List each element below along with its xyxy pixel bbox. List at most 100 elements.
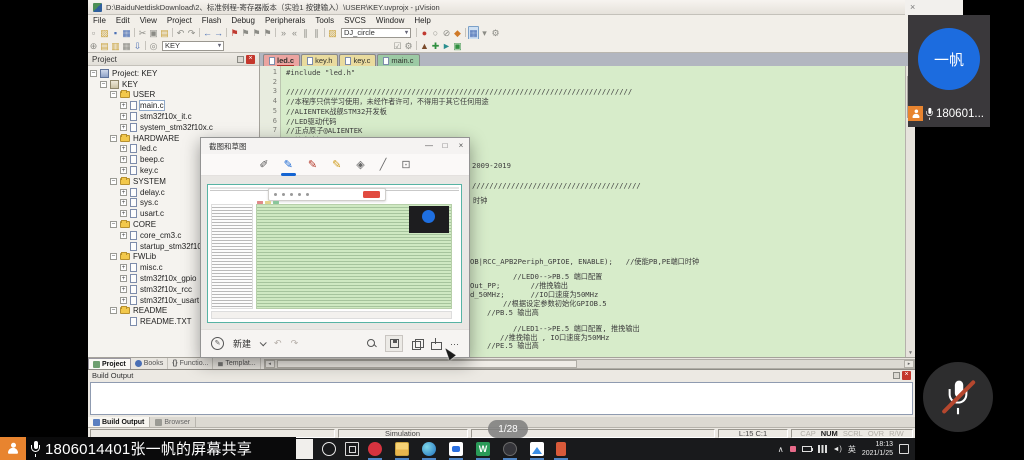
touch-writing-icon[interactable]: ✐: [259, 158, 268, 172]
uncomment-icon[interactable]: ∥: [311, 27, 322, 39]
comment-icon[interactable]: ∥: [300, 27, 311, 39]
cortana-icon[interactable]: [322, 442, 336, 456]
configure-icon[interactable]: ⚙: [490, 27, 501, 39]
crop-icon[interactable]: ⊡: [401, 158, 410, 172]
target-combo[interactable]: KEY▾: [162, 41, 224, 51]
collapse-icon[interactable]: [110, 91, 117, 98]
nav-back-icon[interactable]: ←: [202, 27, 213, 39]
tab-browser[interactable]: Browser: [150, 417, 196, 427]
zoom-icon[interactable]: [367, 339, 376, 348]
expand-icon[interactable]: [120, 189, 127, 196]
menu-debug[interactable]: Debug: [226, 16, 260, 25]
flash-options-icon[interactable]: ☑: [392, 40, 403, 52]
tree-item-file[interactable]: stm32f10x_it.c: [88, 111, 259, 122]
snip-pen-icon[interactable]: ✎: [211, 337, 224, 350]
menu-project[interactable]: Project: [162, 16, 197, 25]
breakpoint-icon[interactable]: ●: [419, 27, 430, 39]
save-icon[interactable]: ▪: [110, 27, 121, 39]
bookmark-next-icon[interactable]: ⚑: [251, 27, 262, 39]
scroll-down-icon[interactable]: ▼: [906, 350, 915, 356]
find-combo[interactable]: DJ_circle▾: [341, 28, 411, 38]
menu-svcs[interactable]: SVCS: [339, 16, 371, 25]
browser-app-icon[interactable]: [503, 442, 517, 456]
highlighter-icon[interactable]: ✎: [332, 158, 341, 172]
collapse-icon[interactable]: [110, 221, 117, 228]
maximize-icon[interactable]: □: [437, 139, 453, 153]
menu-window[interactable]: Window: [371, 16, 409, 25]
expand-icon[interactable]: [120, 124, 127, 131]
new-snip-button[interactable]: 新建: [233, 337, 251, 350]
tree-item-root[interactable]: Project: KEY: [88, 68, 259, 79]
collapse-icon[interactable]: [100, 81, 107, 88]
paste-icon[interactable]: ▤: [159, 27, 170, 39]
debug-start-icon[interactable]: ►: [441, 40, 452, 52]
menu-file[interactable]: File: [88, 16, 111, 25]
tab-key-h[interactable]: key.h: [301, 54, 338, 66]
close-icon[interactable]: ×: [453, 139, 469, 153]
pin-icon[interactable]: [893, 372, 900, 379]
bookmark-prev-icon[interactable]: ⚑: [240, 27, 251, 39]
tab-main-c[interactable]: main.c: [377, 54, 419, 66]
chevron-down-icon[interactable]: [260, 339, 267, 346]
pack-installer-icon[interactable]: ▣: [452, 40, 463, 52]
expand-icon[interactable]: [120, 232, 127, 239]
batch-build-icon[interactable]: ▦: [121, 40, 132, 52]
undo-icon[interactable]: ↶: [175, 27, 186, 39]
expand-icon[interactable]: [120, 113, 127, 120]
expand-icon[interactable]: [120, 264, 127, 271]
save-button[interactable]: [385, 335, 403, 352]
menu-peripherals[interactable]: Peripherals: [260, 16, 310, 25]
tab-templates[interactable]: ≣Templat...: [213, 358, 260, 369]
copy-icon[interactable]: [412, 339, 422, 349]
collapse-icon[interactable]: [90, 70, 97, 77]
nav-forward-icon[interactable]: →: [213, 27, 224, 39]
task-view-icon[interactable]: [345, 442, 359, 456]
collapse-icon[interactable]: [110, 307, 117, 314]
redo-icon[interactable]: ↷: [291, 338, 299, 349]
translate-icon[interactable]: ⊕: [88, 40, 99, 52]
battery-icon[interactable]: [802, 446, 812, 452]
mute-button[interactable]: [923, 362, 993, 432]
manage-run-env-icon[interactable]: ▲: [419, 40, 430, 52]
save-all-icon[interactable]: ▦: [121, 27, 132, 39]
menu-tools[interactable]: Tools: [310, 16, 339, 25]
action-center-icon[interactable]: [899, 444, 909, 454]
tree-item-file[interactable]: system_stm32f10x.c: [88, 122, 259, 133]
tab-books[interactable]: Books: [131, 358, 168, 369]
menu-edit[interactable]: Edit: [111, 16, 135, 25]
expand-icon[interactable]: [120, 297, 127, 304]
undo-icon[interactable]: ↶: [274, 338, 282, 349]
pin-icon[interactable]: [237, 56, 244, 63]
scroll-left-icon[interactable]: ◂: [265, 360, 275, 368]
music-app-icon[interactable]: [368, 442, 382, 456]
build-icon[interactable]: ▤: [99, 40, 110, 52]
manage-items-icon[interactable]: ✚: [430, 40, 441, 52]
expand-icon[interactable]: [120, 210, 127, 217]
expand-icon[interactable]: [120, 199, 127, 206]
expand-icon[interactable]: [120, 286, 127, 293]
collapse-icon[interactable]: [110, 135, 117, 142]
target-icon[interactable]: ◎: [148, 40, 159, 52]
pencil-icon[interactable]: ✎: [308, 158, 317, 172]
expand-icon[interactable]: [120, 275, 127, 282]
close-icon[interactable]: ×: [246, 55, 255, 64]
new-file-icon[interactable]: ▫: [88, 27, 99, 39]
tab-build-output[interactable]: Build Output: [88, 417, 150, 427]
edge-icon[interactable]: [422, 442, 436, 456]
configure-target-icon[interactable]: ⚙: [403, 40, 414, 52]
wps-icon[interactable]: W: [476, 442, 490, 456]
menu-flash[interactable]: Flash: [197, 16, 227, 25]
horizontal-scrollbar[interactable]: ◂ ▸: [264, 359, 915, 369]
menu-help[interactable]: Help: [409, 16, 435, 25]
ballpoint-pen-icon[interactable]: ✎: [284, 158, 293, 172]
bookmark-clear-icon[interactable]: ⚑: [262, 27, 273, 39]
find-in-files-icon[interactable]: ▨: [327, 27, 338, 39]
close-icon[interactable]: ×: [902, 371, 911, 380]
expand-icon[interactable]: [120, 167, 127, 174]
tree-item-file[interactable]: main.c: [88, 100, 259, 111]
input-language[interactable]: 英: [848, 444, 856, 455]
start-button[interactable]: [296, 439, 313, 459]
bookmark-icon[interactable]: ⚑: [229, 27, 240, 39]
rebuild-icon[interactable]: ▥: [110, 40, 121, 52]
more-icon[interactable]: ···: [450, 339, 459, 349]
